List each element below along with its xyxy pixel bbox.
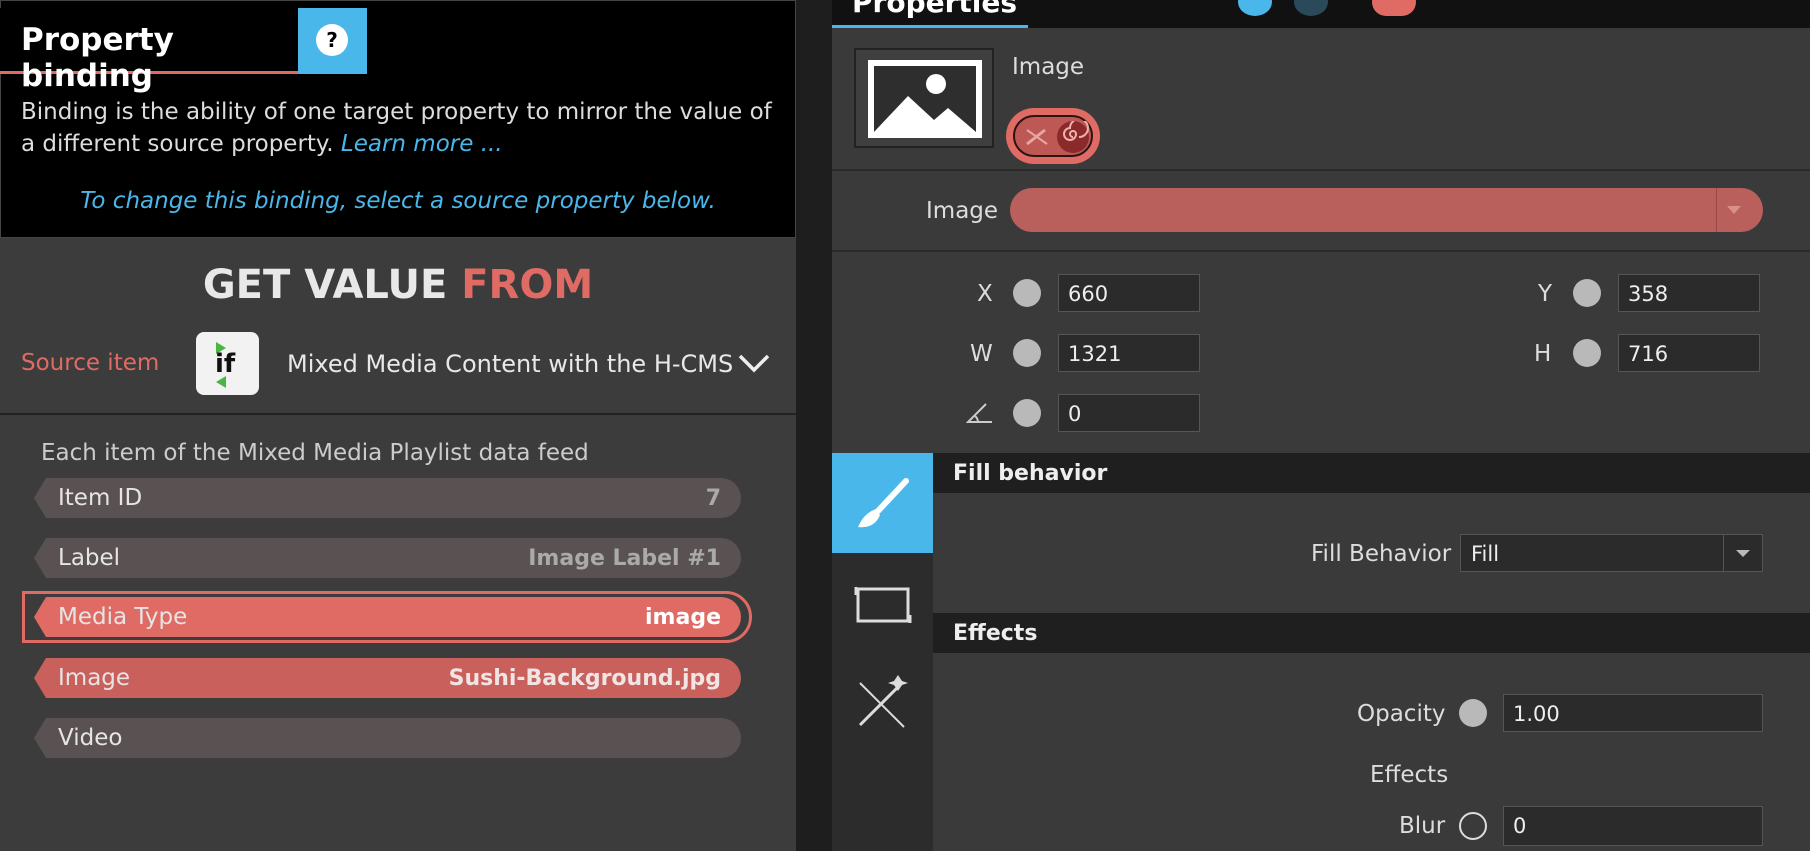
spiral-icon [1057,118,1089,153]
binding-description: Binding is the ability of one target pro… [21,99,772,157]
divider [832,250,1810,252]
w-binding-dot[interactable] [1013,339,1041,367]
angle-icon [965,400,994,428]
field-row-image[interactable]: Image Sushi-Background.jpg [34,658,741,698]
tab-properties[interactable]: Properties [852,0,1017,19]
x-field[interactable]: 660 [1058,274,1200,312]
paintbrush-icon [858,478,909,528]
dropdown-arrow-icon [1723,535,1762,571]
panel-title: Property binding [21,22,174,94]
chevron-down-icon[interactable] [734,348,774,378]
source-app-icon: if [196,332,259,395]
w-field[interactable]: 1321 [1058,334,1200,372]
h-binding-dot[interactable] [1573,339,1601,367]
opacity-binding-dot[interactable] [1459,699,1487,727]
field-row-video[interactable]: Video [34,718,741,758]
h-field[interactable]: 716 [1618,334,1760,372]
help-button[interactable]: ? [298,8,367,74]
binding-toggle[interactable] [1006,108,1100,164]
frame-tab[interactable] [832,553,933,653]
divider [832,169,1810,171]
image-field-label: Image [926,198,999,224]
blur-binding-dot[interactable] [1459,812,1487,840]
y-field[interactable]: 358 [1618,274,1760,312]
fill-tab[interactable] [832,453,933,553]
binding-status-icon[interactable] [1372,0,1416,16]
dropdown-arrow-icon [1716,188,1751,232]
rotation-binding-dot[interactable] [1013,399,1041,427]
image-thumbnail [854,48,994,148]
h-label: H [1534,341,1552,367]
field-row-item-id[interactable]: Item ID 7 [34,478,741,518]
blur-field[interactable]: 0 [1503,806,1763,846]
x-label: X [977,281,993,307]
pencil-off-icon [1026,128,1048,146]
magic-wand-icon [858,675,908,728]
field-row-media-type[interactable]: Media Type image [34,597,741,637]
field-row-label[interactable]: Label Image Label #1 [34,538,741,578]
opacity-label: Opacity [1357,701,1446,727]
fill-behavior-section: Fill behavior [933,453,1810,493]
tab-underline [832,25,1028,28]
image-source-select[interactable] [1010,188,1763,232]
property-binding-tab: Property binding [0,8,298,94]
svg-text:if: if [215,349,236,379]
fill-behavior-label: Fill Behavior [1311,541,1452,567]
fill-behavior-select[interactable]: Fill [1460,534,1763,572]
blur-label: Blur [1399,813,1446,839]
x-binding-dot[interactable] [1013,279,1041,307]
source-item-name[interactable]: Mixed Media Content with the H-CMS [287,350,733,378]
source-item-label: Source item [21,350,160,376]
item-type-label: Image [1012,54,1085,80]
effects-tab[interactable] [832,653,933,753]
learn-more-link[interactable]: Learn more ... [341,131,503,157]
effects-section: Effects [933,613,1810,653]
opacity-field[interactable]: 1.00 [1503,694,1763,732]
w-label: W [970,341,993,367]
frame-icon [854,587,912,623]
feed-title: Each item of the Mixed Media Playlist da… [41,440,589,466]
binding-hint: To change this binding, select a source … [80,188,716,214]
y-binding-dot[interactable] [1573,279,1601,307]
image-placeholder-icon [868,60,982,138]
panel-divider [796,0,832,851]
help-icon: ? [316,24,348,56]
get-value-heading: GET VALUE FROM [202,262,594,308]
y-label: Y [1538,281,1553,307]
divider [0,413,796,415]
rotation-field[interactable]: 0 [1058,394,1200,432]
effects-label: Effects [1370,762,1449,788]
